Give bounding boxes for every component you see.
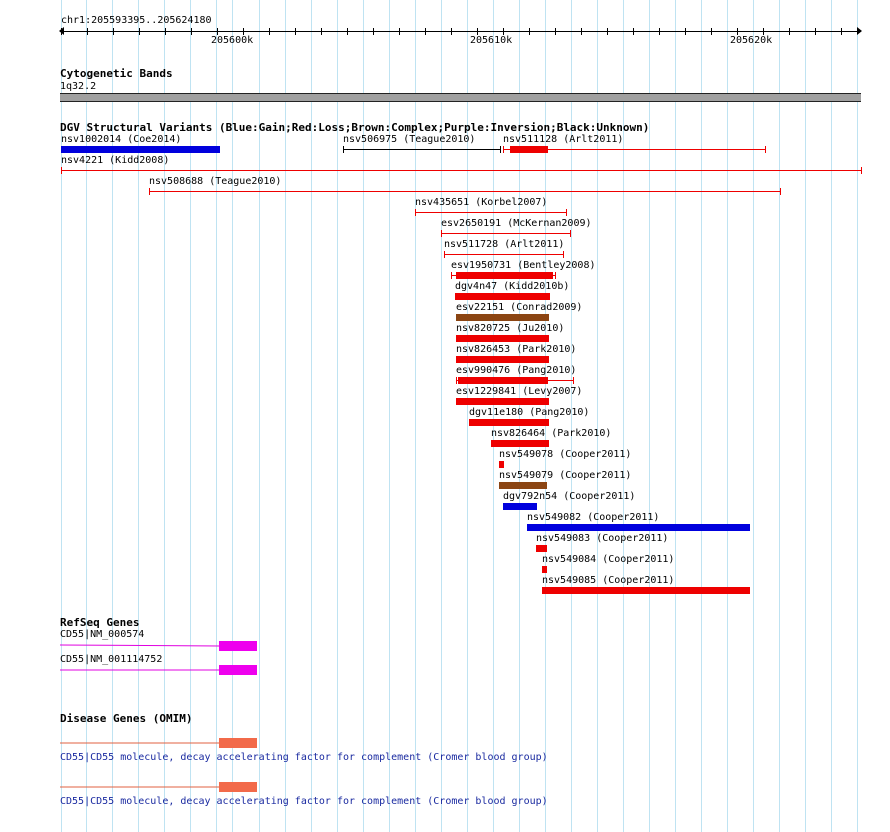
omim-gene-glyphs [60, 738, 257, 792]
omim-label[interactable]: CD55|CD55 molecule, decay accelerating f… [60, 796, 548, 807]
omim-exon-block[interactable] [219, 782, 257, 792]
omim-label[interactable]: CD55|CD55 molecule, decay accelerating f… [60, 752, 548, 763]
omim-exon-block[interactable] [219, 738, 257, 748]
track-canvas: Cytogenetic Bands 1q32.2 DGV Structural … [0, 0, 890, 832]
